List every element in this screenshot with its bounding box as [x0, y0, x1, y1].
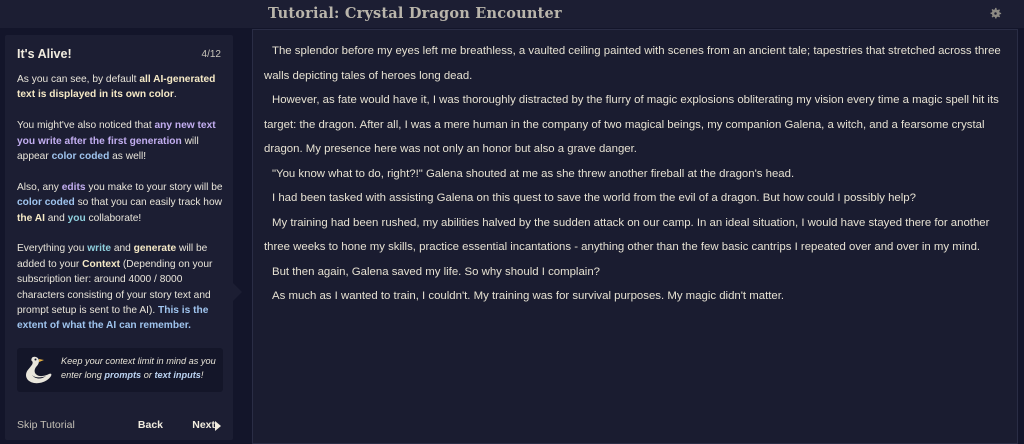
tutorial-pointer-arrow [233, 283, 242, 301]
story-editor[interactable]: The splendor before my eyes left me brea… [252, 29, 1018, 444]
story-paragraph[interactable]: The splendor before my eyes left me brea… [264, 39, 1010, 88]
tutorial-title: It's Alive! [17, 47, 72, 61]
story-paragraph[interactable]: But then again, Galena saved my life. So… [264, 260, 1010, 285]
story-text[interactable]: The splendor before my eyes left me brea… [264, 39, 1010, 309]
tutorial-header: It's Alive! 4/12 [17, 47, 221, 65]
tutorial-panel: It's Alive! 4/12 As you can see, by defa… [5, 35, 233, 440]
tutorial-step-counter: 4/12 [201, 49, 221, 60]
top-bar: Tutorial: Crystal Dragon Encounter [0, 0, 1024, 28]
next-button[interactable]: Next [192, 419, 215, 431]
tip-text: Keep your context limit in mind as you e… [61, 356, 216, 380]
gear-icon[interactable] [988, 6, 1003, 21]
skip-tutorial-button[interactable]: Skip Tutorial [17, 419, 75, 431]
tutorial-tip: Keep your context limit in mind as you e… [17, 348, 223, 392]
goose-mascot-icon [26, 356, 52, 384]
story-paragraph[interactable]: However, as fate would have it, I was th… [264, 88, 1010, 162]
story-paragraph[interactable]: My training had been rushed, my abilitie… [264, 211, 1010, 260]
tutorial-footer: Skip Tutorial Back Next [17, 419, 221, 435]
tutorial-paragraph-2: You might've also noticed that any new t… [17, 120, 216, 163]
back-button[interactable]: Back [138, 419, 163, 431]
story-paragraph[interactable]: As much as I wanted to train, I couldn't… [264, 284, 1010, 309]
tutorial-paragraph-4: Everything you write and generate will b… [17, 243, 213, 332]
tutorial-body: As you can see, by default all AI-genera… [17, 72, 223, 349]
story-paragraph[interactable]: I had been tasked with assisting Galena … [264, 186, 1010, 211]
next-arrow-icon[interactable] [215, 421, 221, 431]
page-title: Tutorial: Crystal Dragon Encounter [268, 5, 562, 22]
tutorial-paragraph-3: Also, any edits you make to your story w… [17, 181, 223, 224]
tutorial-paragraph-1: As you can see, by default all AI-genera… [17, 74, 216, 101]
story-paragraph[interactable]: "You know what to do, right?!" Galena sh… [264, 162, 1010, 187]
